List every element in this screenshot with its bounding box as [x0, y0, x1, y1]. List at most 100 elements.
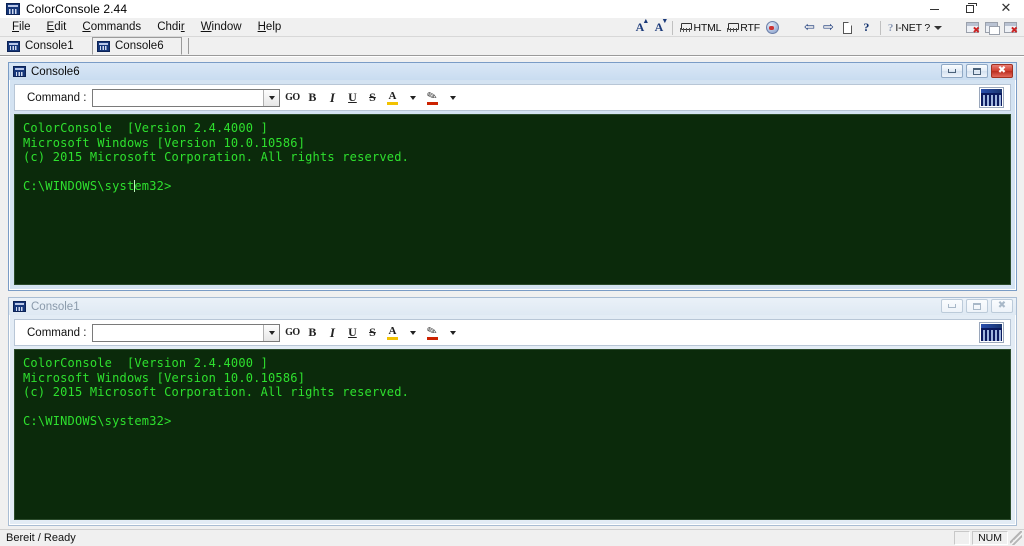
close-all-windows-button[interactable] — [1001, 19, 1020, 37]
menu-commands[interactable]: Commands — [74, 19, 149, 35]
console1-command-combobox[interactable] — [92, 323, 281, 342]
tab-bar: Console1 Console6 — [0, 37, 1024, 56]
console6-command-label: Command : — [27, 91, 87, 104]
console1-font-color-button[interactable]: A — [384, 324, 400, 342]
console-window-console1[interactable]: Console1 ✖ Command : GO B I U S A ✎ Colo… — [8, 297, 1017, 526]
restore-button[interactable] — [952, 0, 988, 18]
console1-bold-button[interactable]: B — [304, 324, 320, 342]
export-rtf-button[interactable]: RTF — [724, 19, 763, 37]
window-close-all-icon — [1004, 22, 1018, 36]
mdi-client-area: Console6 ✖ Command : GO B I U S A ✎ Colo… — [0, 56, 1024, 529]
console1-underline-button[interactable]: U — [344, 324, 360, 342]
console1-highlight-button[interactable]: ✎ — [424, 322, 440, 342]
console6-prompt-pre: C:\WINDOWS\syst — [23, 179, 135, 193]
console6-underline-button[interactable]: U — [344, 89, 360, 107]
chevron-down-icon — [450, 330, 457, 335]
console6-highlight-button[interactable]: ✎ — [424, 87, 440, 107]
console6-bold-button[interactable]: B — [304, 89, 320, 107]
console1-terminal-icon[interactable] — [979, 322, 1004, 343]
menu-file[interactable]: File — [4, 19, 39, 35]
console6-command-combobox[interactable] — [92, 88, 281, 107]
console6-line-0: ColorConsole [Version 2.4.4000 ] — [23, 121, 269, 135]
color-globe-icon — [765, 21, 779, 34]
minimize-icon — [929, 8, 939, 10]
console1-strikethrough-button[interactable]: S — [364, 324, 380, 342]
console6-minimize-button[interactable] — [941, 64, 963, 78]
console6-prompt-post: em32> — [134, 179, 172, 193]
tab-console1[interactable]: Console1 — [2, 37, 92, 55]
console1-command-input[interactable] — [93, 324, 264, 341]
menu-help[interactable]: Help — [250, 19, 290, 35]
console6-maximize-button[interactable] — [966, 64, 988, 78]
toolbar-separator-2 — [879, 20, 881, 35]
console6-close-button[interactable]: ✖ — [991, 64, 1013, 78]
decrease-font-size-button[interactable]: A ▼ — [649, 17, 669, 37]
console6-title-bar[interactable]: Console6 ✖ — [9, 63, 1016, 80]
close-button[interactable]: ✕ — [988, 0, 1024, 18]
go-icon: GO — [285, 92, 300, 103]
page-icon — [842, 21, 852, 34]
font-larger-icon: A ▲ — [635, 17, 650, 34]
question-mark-icon: ? — [863, 20, 870, 34]
chevron-down-icon — [268, 95, 275, 100]
console-window-console6[interactable]: Console6 ✖ Command : GO B I U S A ✎ Colo… — [8, 62, 1017, 291]
console6-go-button[interactable]: GO — [284, 89, 300, 107]
console6-line-2: (c) 2015 Microsoft Corporation. All righ… — [23, 150, 410, 164]
close-icon: ✖ — [997, 65, 1007, 76]
menu-chdir[interactable]: Chdir — [149, 19, 193, 35]
console6-font-color-button[interactable]: A — [384, 89, 400, 107]
app-title: ColorConsole 2.44 — [26, 2, 128, 16]
close-window-button[interactable] — [963, 19, 982, 37]
increase-font-size-button[interactable]: A ▲ — [630, 17, 650, 37]
console6-command-input[interactable] — [93, 89, 264, 106]
console6-font-color-dropdown[interactable] — [404, 89, 420, 107]
console-tab-icon — [7, 40, 20, 52]
tile-windows-button[interactable] — [982, 19, 1001, 37]
html-tag-icon — [680, 22, 693, 33]
window-tile-icon — [985, 22, 1000, 35]
console6-italic-button[interactable]: I — [324, 89, 340, 107]
console1-output[interactable]: ColorConsole [Version 2.4.4000 ] Microso… — [14, 349, 1011, 520]
underline-icon: U — [348, 325, 357, 339]
pen-glyph: ✎ — [425, 87, 440, 105]
console6-command-dropdown-button[interactable] — [263, 89, 280, 106]
resize-grip[interactable] — [1010, 531, 1022, 545]
menu-edit[interactable]: Edit — [39, 19, 75, 35]
chevron-down-icon — [450, 95, 457, 100]
underline-icon: U — [348, 90, 357, 104]
console6-strikethrough-button[interactable]: S — [364, 89, 380, 107]
tab-console6[interactable]: Console6 — [92, 37, 182, 55]
console1-italic-button[interactable]: I — [324, 324, 340, 342]
new-page-button[interactable] — [838, 19, 857, 37]
console1-highlight-dropdown[interactable] — [444, 324, 460, 342]
console1-font-color-dropdown[interactable] — [404, 324, 420, 342]
console1-command-dropdown-button[interactable] — [263, 324, 280, 341]
console-window-icon — [13, 66, 26, 77]
export-html-button[interactable]: HTML — [677, 19, 724, 37]
colors-button[interactable] — [763, 19, 782, 37]
font-color-letter: A — [388, 324, 397, 337]
console1-go-button[interactable]: GO — [284, 324, 300, 342]
console6-output[interactable]: ColorConsole [Version 2.4.4000 ] Microso… — [14, 114, 1011, 285]
font-color-icon: A — [386, 324, 398, 340]
forward-button[interactable]: ⇨ — [819, 19, 838, 37]
console6-prompt-line: C:\WINDOWS\system32> — [23, 179, 1002, 194]
console-tab-icon — [97, 40, 110, 52]
console1-close-button[interactable]: ✖ — [991, 299, 1013, 313]
menu-window[interactable]: Window — [193, 19, 250, 35]
inet-button[interactable]: ? I-NET ? — [885, 19, 945, 37]
font-smaller-icon: A ▼ — [654, 17, 669, 34]
console1-maximize-button[interactable] — [966, 299, 988, 313]
console1-window-controls: ✖ — [941, 299, 1013, 313]
console1-minimize-button[interactable] — [941, 299, 963, 313]
pen-glyph: ✎ — [425, 322, 440, 340]
console6-highlight-dropdown[interactable] — [444, 89, 460, 107]
console6-terminal-icon[interactable] — [979, 87, 1004, 108]
console1-title-bar[interactable]: Console1 ✖ — [9, 298, 1016, 315]
help-button[interactable]: ? — [857, 19, 876, 37]
console1-command-label: Command : — [27, 326, 87, 339]
arrow-right-icon: ⇨ — [822, 20, 834, 35]
minimize-button[interactable] — [916, 0, 952, 18]
back-button[interactable]: ⇦ — [800, 19, 819, 37]
console-window-icon — [13, 301, 26, 312]
